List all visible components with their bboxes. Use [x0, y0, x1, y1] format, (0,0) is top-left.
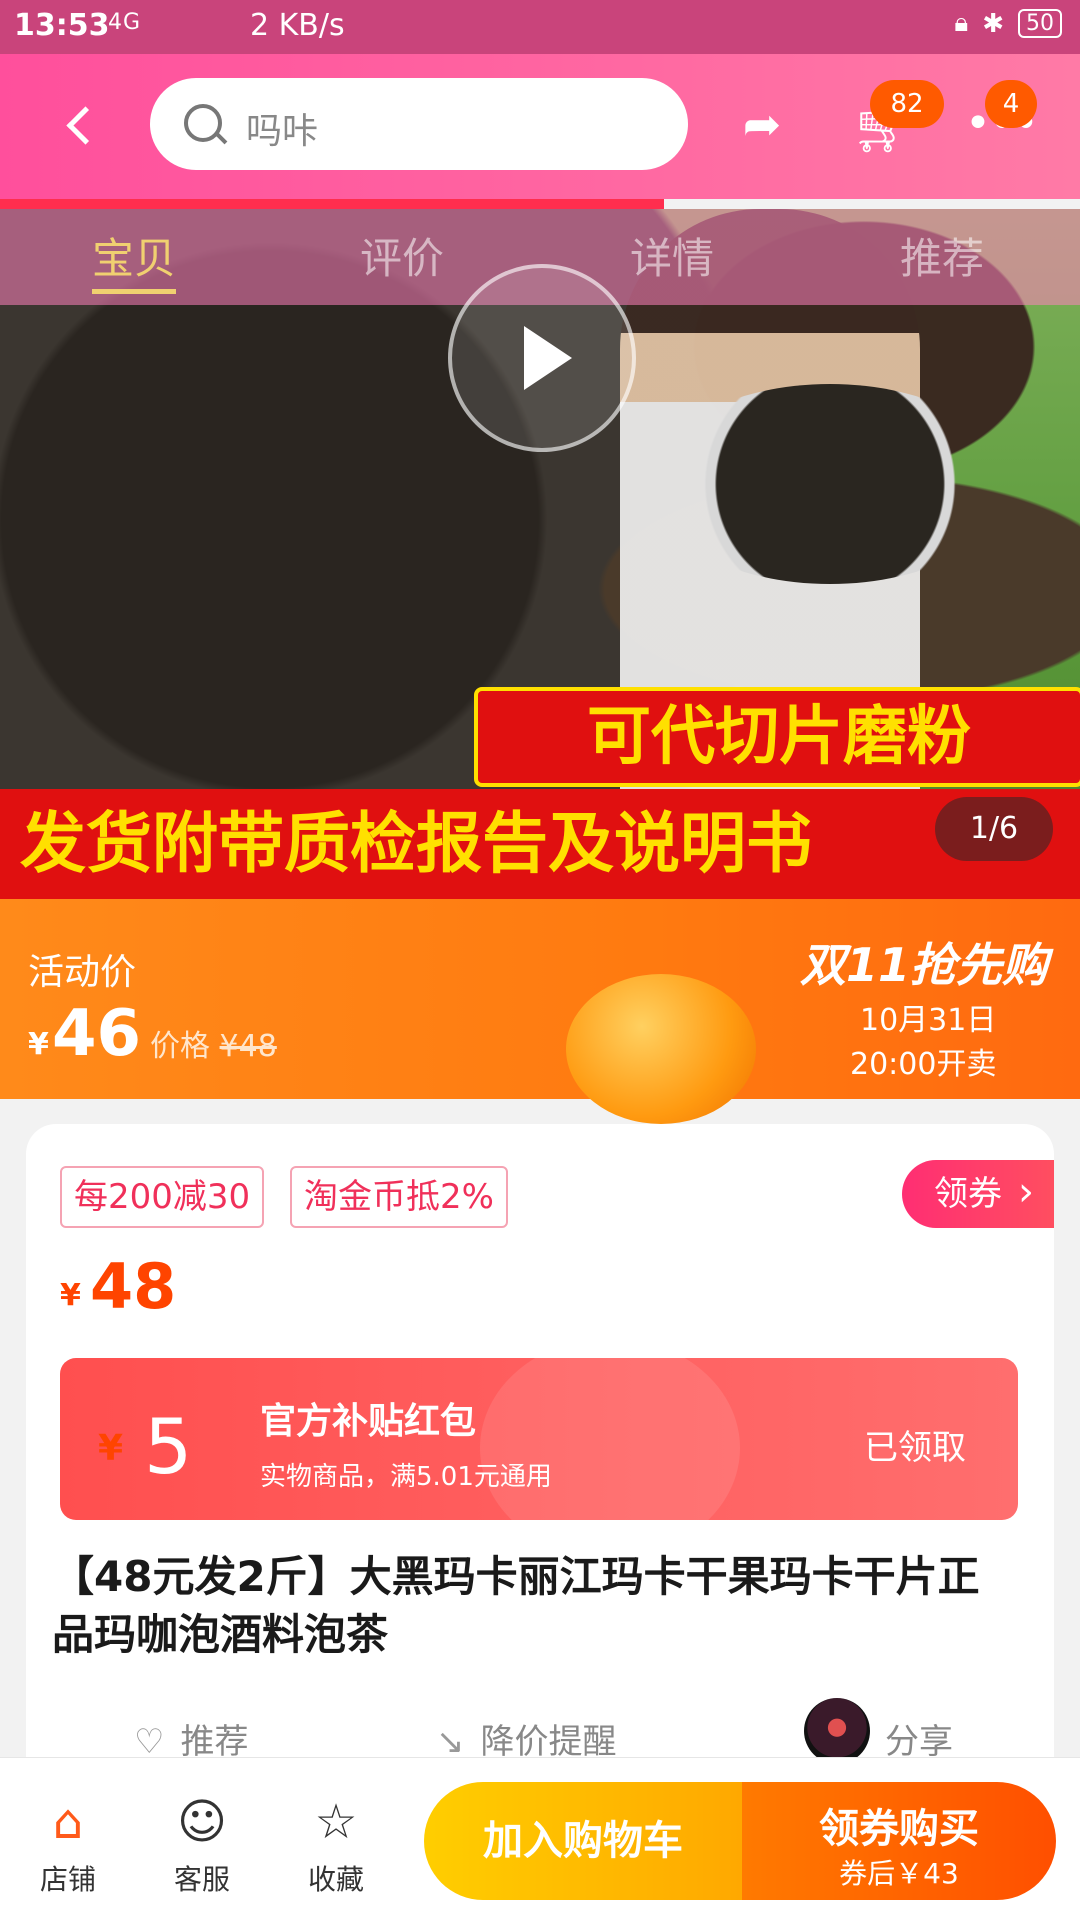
product-photo-plate: [650, 384, 1010, 584]
product-title: 【48元发2斤】大黑玛卡丽江玛卡干果玛卡干片正品玛咖泡酒料泡茶: [52, 1552, 980, 1659]
star-icon: ☆: [314, 1794, 358, 1850]
image-banner-text: 可代切片磨粉: [474, 687, 1080, 787]
original-price-label: 价格: [150, 1029, 210, 1064]
event-title: 双11抢先购: [800, 938, 1049, 992]
red-packet-title: 官方补贴红包: [260, 1401, 477, 1442]
red-packet-banner[interactable]: ¥ 5 官方补贴红包 实物商品，满5.01元通用 已领取: [60, 1358, 1018, 1520]
coupon-buy-button[interactable]: 领券购买 券后￥43: [742, 1782, 1056, 1900]
original-price: 价格 ¥48: [150, 1021, 277, 1065]
scroll-progress-bar: [0, 199, 664, 209]
tab-recommend[interactable]: 推荐: [900, 225, 984, 286]
product-gallery[interactable]: 宝贝 评价 详情 推荐 可代切片磨粉 发货附带质检报告及说明书 1/6: [0, 209, 1080, 899]
play-video-icon[interactable]: [448, 264, 636, 452]
red-packet-amount: 5: [144, 1402, 193, 1491]
recommend-label: 推荐: [180, 1722, 249, 1762]
price-alert-label: 降价提醒: [480, 1722, 617, 1762]
search-icon: [184, 104, 222, 142]
product-price: 48: [90, 1250, 177, 1323]
network-indicator: 4G: [108, 10, 142, 35]
promo-fruit-image: [566, 974, 756, 1124]
favorite-label: 收藏: [307, 1863, 364, 1896]
recommend-action[interactable]: ♡ 推荐: [134, 1714, 248, 1763]
image-banner-text: 发货附带质检报告及说明书: [0, 789, 1080, 899]
service-label: 客服: [173, 1863, 230, 1896]
back-button[interactable]: [50, 94, 110, 154]
coupon-buy-label: 领券购买: [819, 1806, 979, 1852]
cart-count-badge: 82: [870, 80, 944, 128]
event-time: 20:00开卖: [850, 1047, 997, 1082]
coin-chip[interactable]: 淘金币抵2%: [290, 1166, 508, 1228]
search-placeholder: 吗咔: [246, 111, 319, 152]
price-down-icon: ↘: [436, 1722, 465, 1762]
promo-label: 活动价: [28, 952, 137, 993]
red-packet-status: 已领取: [864, 1428, 966, 1468]
store-button[interactable]: ⌂ 店铺: [18, 1794, 118, 1898]
share-icon[interactable]: ➦: [732, 94, 792, 154]
top-bar: 吗咔 ➦ 🛒︎ 82 ••• 4: [0, 54, 1080, 199]
promo-currency: ¥: [28, 1027, 49, 1062]
search-box[interactable]: 吗咔: [150, 78, 688, 170]
service-icon: ☺: [176, 1794, 228, 1850]
store-icon: ⌂: [52, 1794, 84, 1850]
red-packet-subtitle: 实物商品，满5.01元通用: [260, 1462, 552, 1492]
message-count-badge: 4: [985, 80, 1037, 128]
red-packet-currency: ¥: [98, 1428, 124, 1469]
bottom-action-bar: ⌂ 店铺 ☺ 客服 ☆ 收藏 加入购物车 领券购买 券后￥43: [0, 1757, 1080, 1921]
product-info-card: 每200减30 淘金币抵2% 领券 ¥ 48 ¥ 5 官方补贴红包 实物商品，满…: [26, 1124, 1054, 1764]
get-coupon-button[interactable]: 领券: [902, 1158, 1054, 1228]
promo-banner: 活动价 ¥ 46 价格 ¥48 双11抢先购 10月31日 20:00开卖: [0, 899, 1080, 1124]
lock-icon: 🔒︎: [954, 8, 969, 38]
event-date: 10月31日: [860, 1003, 997, 1038]
add-to-cart-button[interactable]: 加入购物车: [424, 1782, 742, 1900]
store-label: 店铺: [39, 1863, 96, 1896]
discount-chip[interactable]: 每200减30: [60, 1166, 265, 1228]
coupon-buy-sub: 券后￥43: [839, 1857, 959, 1890]
favorite-button[interactable]: ☆ 收藏: [286, 1794, 386, 1898]
tab-details[interactable]: 详情: [630, 225, 714, 286]
customer-service-button[interactable]: ☺ 客服: [152, 1794, 252, 1898]
yen-coin-icon: [480, 1358, 740, 1520]
battery-indicator: 50: [1018, 9, 1062, 38]
promo-price: 46: [52, 997, 142, 1071]
tab-reviews[interactable]: 评价: [360, 225, 444, 286]
original-price-value: ¥48: [219, 1029, 277, 1064]
network-speed: 2 KB/s: [250, 8, 345, 43]
bluetooth-icon: ✱: [982, 8, 1004, 39]
status-time: 13:53: [14, 8, 110, 43]
share-action[interactable]: 分享: [803, 1714, 953, 1763]
share-label: 分享: [885, 1722, 953, 1762]
price-currency: ¥: [60, 1278, 81, 1313]
status-bar: 13:53 4G 2 KB/s 🔒︎ ✱ 50: [0, 0, 1080, 54]
tab-item[interactable]: 宝贝: [92, 225, 177, 294]
image-counter: 1/6: [935, 797, 1053, 861]
status-icons: 🔒︎ ✱ 50: [954, 8, 1062, 39]
price-alert-action[interactable]: ↘ 降价提醒: [436, 1714, 617, 1763]
heart-icon: ♡: [134, 1722, 165, 1762]
